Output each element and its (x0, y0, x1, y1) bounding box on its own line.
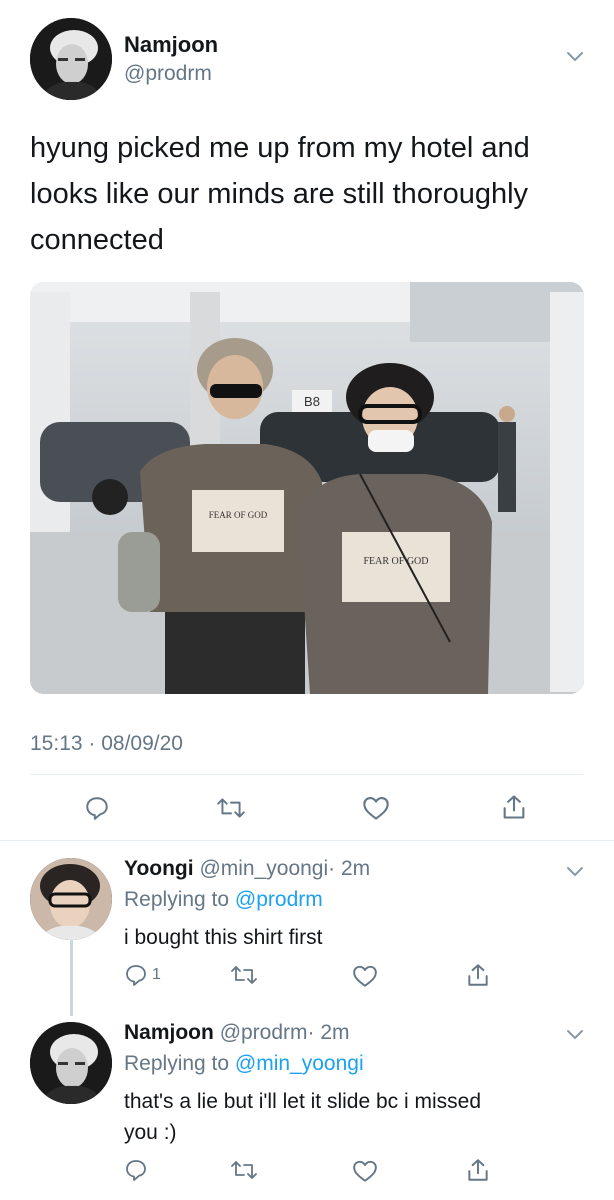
author-name[interactable]: Namjoon (124, 32, 218, 58)
replying-to-link[interactable]: @prodrm (235, 888, 323, 911)
retweet-button[interactable] (230, 963, 258, 987)
shirt-right-text: FEAR OF GOD (363, 556, 428, 567)
chevron-down-icon[interactable] (565, 865, 585, 884)
reply-avatar[interactable] (30, 1022, 112, 1104)
reply-author-handle[interactable]: @prodrm (220, 1021, 308, 1044)
like-icon (353, 965, 377, 987)
like-button[interactable] (352, 1159, 378, 1183)
replying-to: Replying to @min_yoongi (124, 1052, 364, 1076)
tweet-photo[interactable]: B8 FEAR OF GOD FEAR OF GOD (30, 282, 584, 694)
retweet-icon (231, 1161, 257, 1179)
replying-to-label: Replying to (124, 888, 235, 911)
tweet-timestamp: 15:13 · 08/09/20 (30, 732, 183, 755)
share-button[interactable] (500, 793, 528, 821)
avatar-photo (30, 858, 112, 940)
like-button[interactable] (362, 795, 390, 821)
author-handle[interactable]: @prodrm (124, 62, 212, 86)
avatar-photo (30, 18, 112, 100)
like-icon (363, 797, 389, 820)
reply-text-line: you :) (124, 1121, 177, 1144)
replying-to: Replying to @prodrm (124, 888, 323, 912)
reply-time: · 2m (307, 1021, 350, 1044)
author-avatar[interactable] (30, 18, 112, 100)
share-button[interactable] (465, 962, 491, 988)
retweet-icon (217, 798, 245, 818)
share-button[interactable] (465, 1157, 491, 1183)
reply-author-row: Namjoon @prodrm· 2m (124, 1021, 350, 1045)
divider (0, 840, 614, 841)
reply-button[interactable]: 1 (124, 963, 161, 987)
share-icon (468, 964, 488, 986)
reply-time: · 2m (328, 857, 371, 880)
reply-author-row: Yoongi @min_yoongi· 2m (124, 857, 370, 881)
thread-connector (70, 940, 73, 1016)
shirt-left-text: FEAR OF GOD (209, 510, 268, 520)
reply-count: 1 (152, 966, 161, 983)
avatar-photo (30, 1022, 112, 1104)
replying-to-link[interactable]: @min_yoongi (235, 1052, 364, 1075)
chevron-down-icon[interactable] (565, 1028, 585, 1047)
retweet-icon (231, 966, 257, 984)
divider (30, 774, 584, 775)
replying-to-label: Replying to (124, 1052, 235, 1075)
retweet-button[interactable] (230, 1158, 258, 1182)
chevron-down-icon[interactable] (565, 50, 585, 69)
reply-text: i bought this shirt first (124, 926, 323, 949)
parking-sign-text: B8 (304, 394, 320, 409)
reply-icon (86, 797, 108, 820)
reply-icon (126, 1160, 146, 1181)
reply-text: that's a lie but i'll let it slide bc i … (124, 1086, 564, 1148)
reply-icon (126, 965, 146, 986)
reply-avatar[interactable] (30, 858, 112, 940)
reply-author-name[interactable]: Yoongi (124, 857, 194, 880)
reply-button[interactable] (124, 1158, 148, 1182)
share-icon (468, 1159, 488, 1181)
reply-button[interactable] (84, 795, 110, 821)
reply-author-name[interactable]: Namjoon (124, 1021, 214, 1044)
reply-text-line: that's a lie but i'll let it slide bc i … (124, 1090, 481, 1113)
tweet-text: hyung picked me up from my hotel and loo… (30, 132, 530, 256)
photo-illustration: B8 FEAR OF GOD FEAR OF GOD (30, 282, 584, 694)
reply-author-handle[interactable]: @min_yoongi (199, 857, 328, 880)
share-icon (503, 795, 525, 819)
retweet-button[interactable] (216, 795, 246, 821)
like-icon (353, 1160, 377, 1182)
like-button[interactable] (352, 964, 378, 988)
